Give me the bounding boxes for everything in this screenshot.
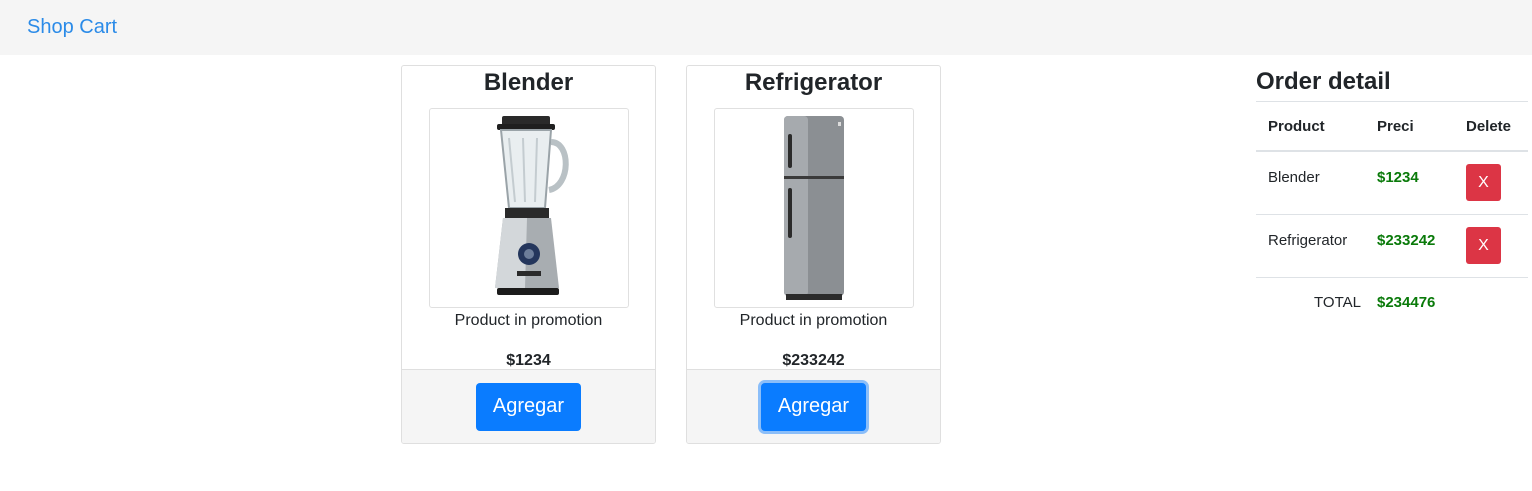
brand-link[interactable]: Shop Cart <box>27 16 117 39</box>
table-row: Refrigerator $233242 X <box>1256 214 1528 278</box>
product-name: Refrigerator <box>744 69 883 96</box>
order-detail: Order detail Product Preci Delete Blende… <box>1256 65 1528 328</box>
delete-button[interactable]: X <box>1466 164 1501 201</box>
product-card: Refrigerator Product in promotion $23324… <box>686 65 941 444</box>
product-description: Product in promotion <box>454 312 603 329</box>
total-row: TOTAL $234476 <box>1256 278 1528 329</box>
column-header-price: Preci <box>1365 101 1454 152</box>
refrigerator-image <box>713 108 914 308</box>
blender-icon <box>494 115 569 295</box>
card-footer: Agregar <box>687 369 940 443</box>
total-value: $234476 <box>1377 294 1436 311</box>
add-to-cart-button[interactable]: Agregar <box>761 382 866 431</box>
card-footer: Agregar <box>402 369 655 443</box>
table-row: Blender $1234 X <box>1256 151 1528 215</box>
row-product: Blender <box>1268 169 1320 186</box>
delete-button[interactable]: X <box>1466 227 1501 264</box>
row-price: $1234 <box>1377 169 1419 186</box>
column-header-product: Product <box>1256 101 1365 152</box>
product-description: Product in promotion <box>739 312 888 329</box>
product-name: Blender <box>483 69 574 96</box>
add-to-cart-button[interactable]: Agregar <box>476 382 581 431</box>
navbar: Shop Cart <box>0 0 1532 55</box>
order-title: Order detail <box>1256 68 1391 95</box>
order-table: Product Preci Delete Blender $1234 X Ref… <box>1256 101 1528 328</box>
column-header-delete: Delete <box>1454 101 1528 152</box>
total-label: TOTAL <box>1314 294 1361 311</box>
row-price: $233242 <box>1377 232 1436 249</box>
refrigerator-icon <box>783 116 844 300</box>
blender-image <box>428 108 629 308</box>
product-card: Blender Product in promotion $1234 Agreg… <box>401 65 656 444</box>
row-product: Refrigerator <box>1268 232 1348 249</box>
